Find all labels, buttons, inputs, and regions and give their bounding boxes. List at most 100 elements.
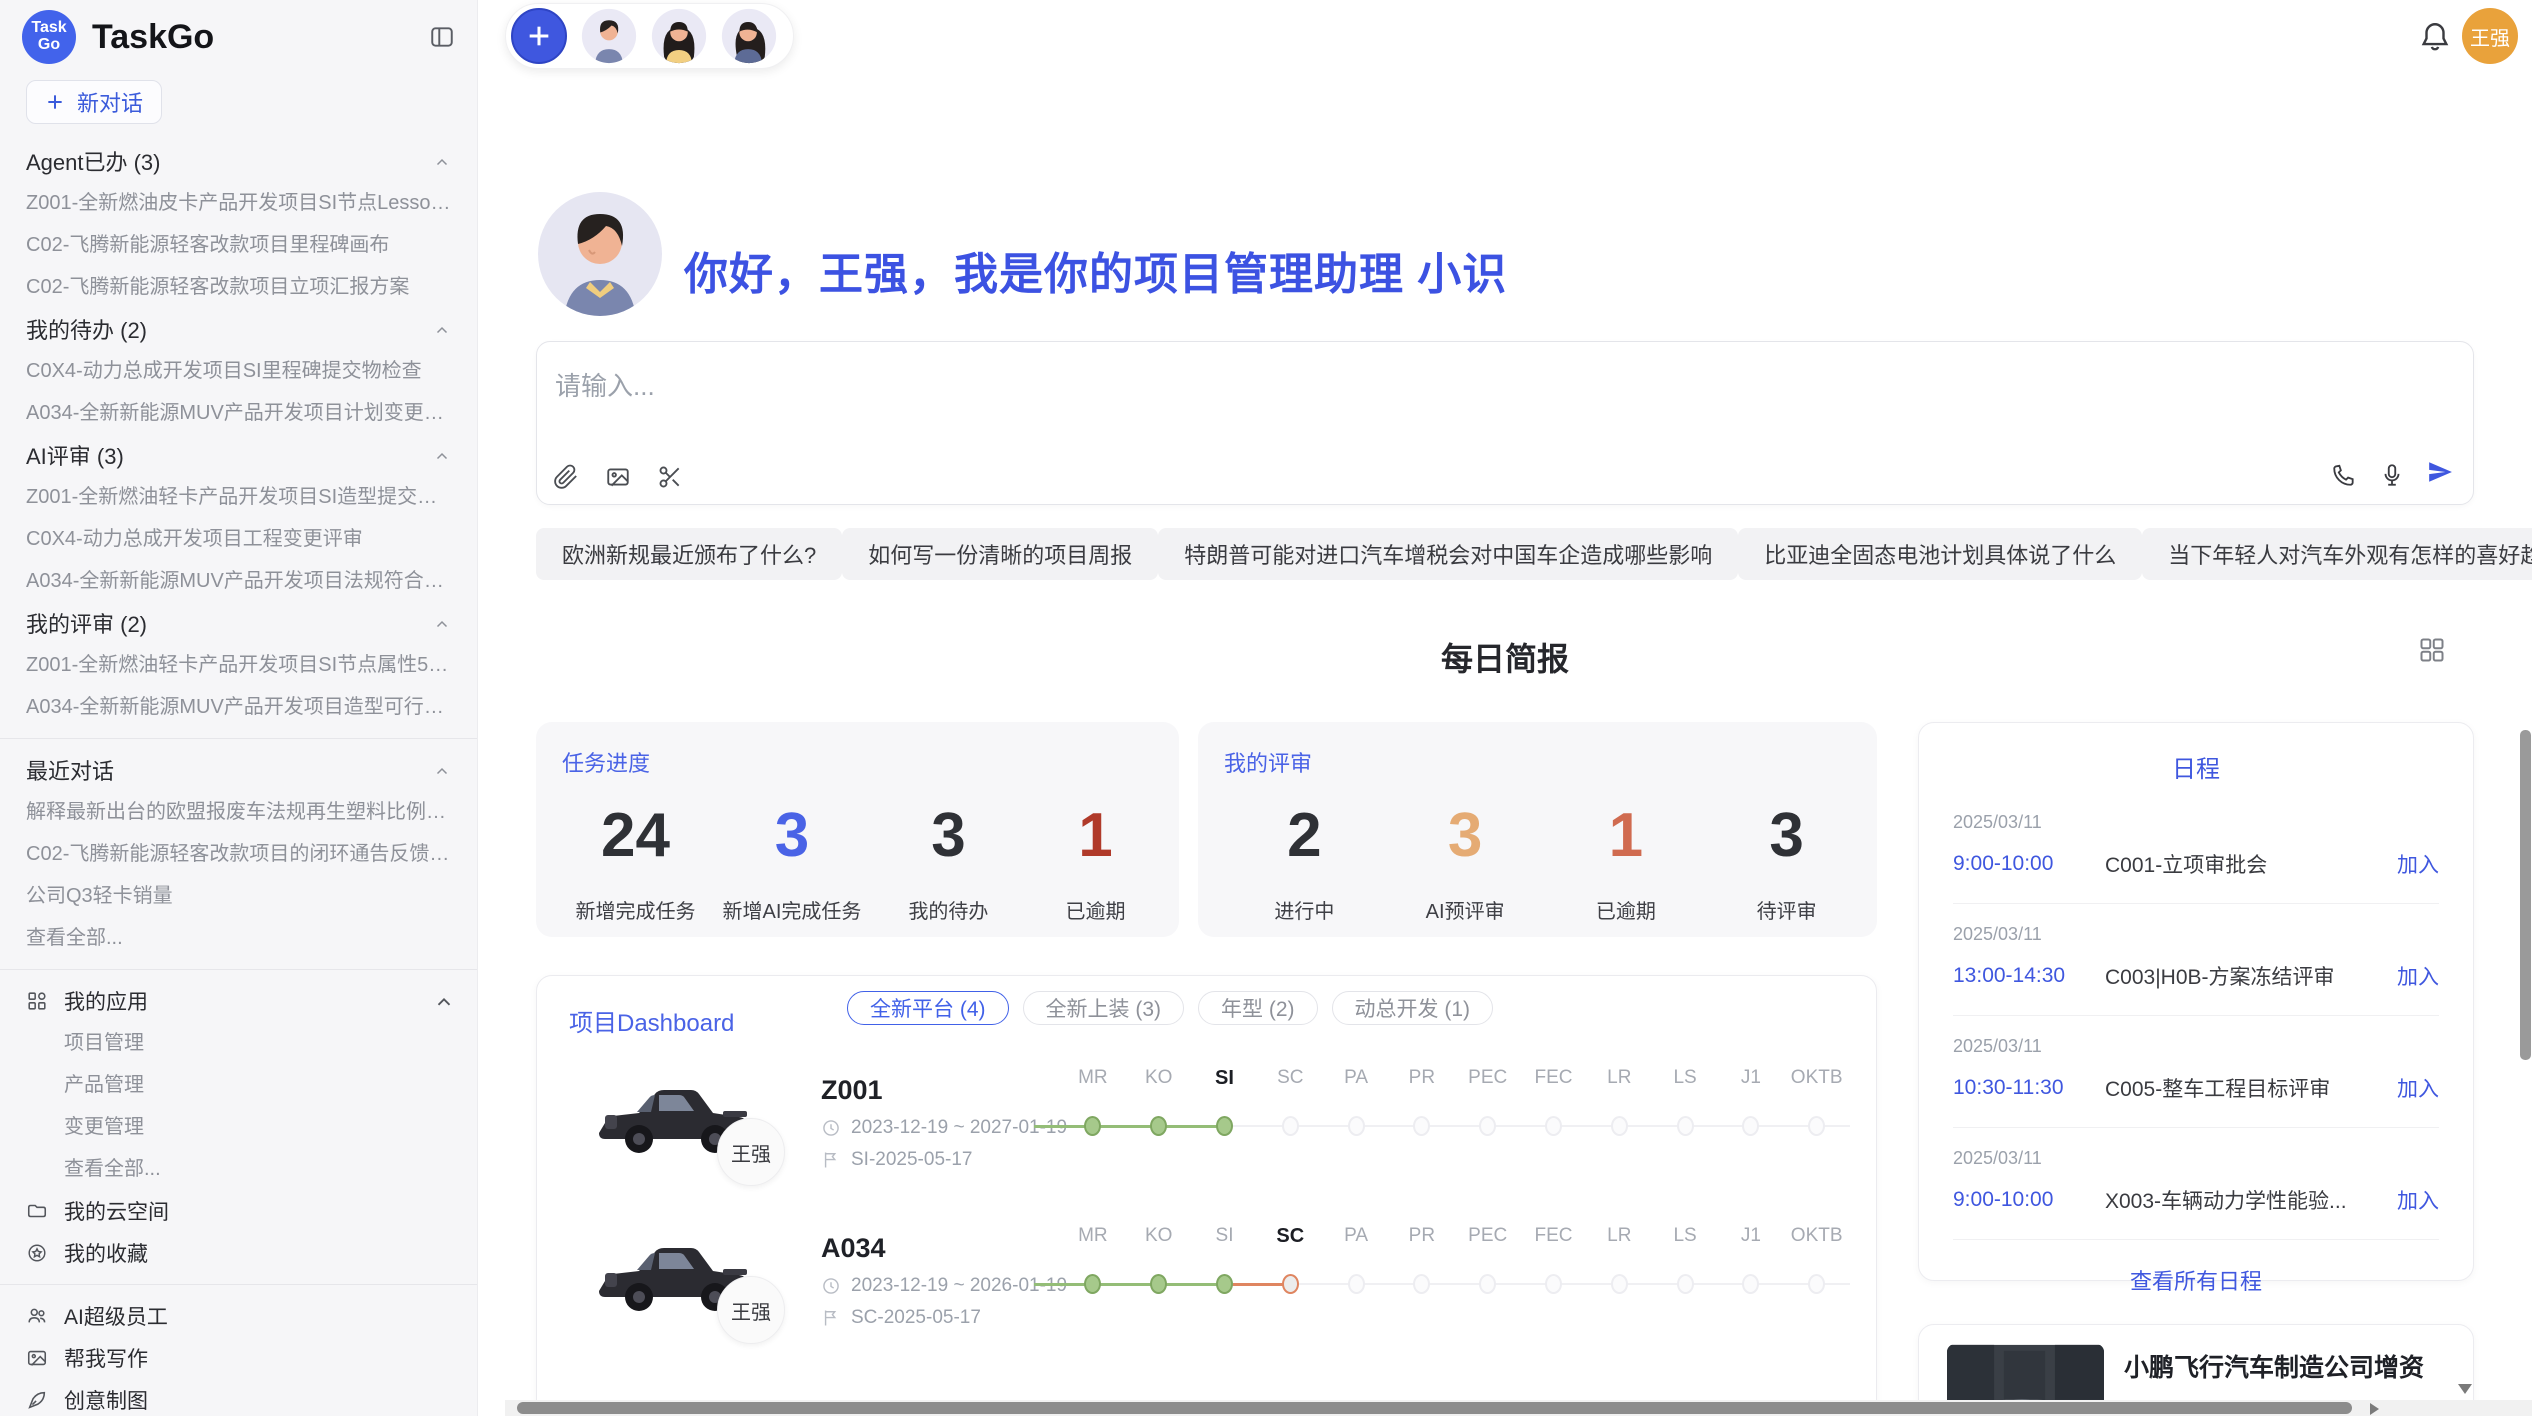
dashboard-tab[interactable]: 全新平台 (4) xyxy=(847,991,1009,1025)
send-icon[interactable] xyxy=(2427,459,2453,485)
suggestion-chip[interactable]: 特朗普可能对进口汽车增税会对中国车企造成哪些影响 xyxy=(1158,528,1738,580)
new-chat-button[interactable]: 新对话 xyxy=(26,80,162,124)
layout-grid-icon[interactable] xyxy=(2418,636,2446,664)
folder-icon xyxy=(26,1200,48,1222)
sidebar-section-header[interactable]: 我的评审 (2) xyxy=(0,602,477,644)
project-row[interactable]: 王强Z0012023-12-19 ~ 2027-01-19SI-2025-05-… xyxy=(537,1067,1876,1225)
project-owner-badge: 王强 xyxy=(717,1118,785,1186)
horizontal-scrollbar-handle[interactable] xyxy=(517,1402,2352,1414)
view-all-schedule-link[interactable]: 查看所有日程 xyxy=(1919,1240,2473,1320)
vertical-scrollbar[interactable] xyxy=(2520,730,2531,1060)
sidebar-item[interactable]: A034-全新新能源MUV产品开发项目计划变更表编写 xyxy=(0,392,477,434)
sidebar-item-ai-super-staff[interactable]: AI超级员工 xyxy=(0,1295,477,1337)
sidebar-section-header[interactable]: 最近对话 xyxy=(0,749,477,791)
assistant-avatar xyxy=(536,190,664,318)
phone-icon[interactable] xyxy=(2331,462,2357,488)
member-avatar-3[interactable] xyxy=(721,8,777,64)
member-avatar-2[interactable] xyxy=(651,8,707,64)
project-date-range: 2023-12-19 ~ 2026-01-19 xyxy=(821,1275,1067,1297)
recent-conversation-item[interactable]: 查看全部... xyxy=(0,917,477,959)
stat-grid: 2进行中3AI预评审1已逾期3待评审 xyxy=(1224,800,1867,924)
join-link[interactable]: 加入 xyxy=(2397,1185,2439,1215)
sidebar-section-header[interactable]: 我的待办 (2) xyxy=(0,308,477,350)
scissors-icon[interactable] xyxy=(657,464,683,490)
project-row[interactable]: 王强A0342023-12-19 ~ 2026-01-19SC-2025-05-… xyxy=(537,1225,1876,1383)
stat: 3我的待办 xyxy=(888,800,1008,924)
paperclip-icon[interactable] xyxy=(553,464,579,490)
sidebar-item[interactable]: C02-飞腾新能源轻客改款项目里程碑画布 xyxy=(0,224,477,266)
milestone-label: SI xyxy=(1192,1067,1258,1090)
dashboard-tabs: 全新平台 (4) 全新上装 (3) 年型 (2) 动总开发 (1) xyxy=(847,991,1493,1025)
sidebar-item[interactable]: A034-全新新能源MUV产品开发项目造型可行性评审 xyxy=(0,686,477,728)
stat-label: 我的待办 xyxy=(888,895,1008,924)
join-link[interactable]: 加入 xyxy=(2397,1073,2439,1103)
recent-conversation-item[interactable]: 解释最新出台的欧盟报废车法规再生塑料比例被调至15%... xyxy=(0,791,477,833)
sidebar-item[interactable]: Z001-全新燃油轻卡产品开发项目SI节点属性5D文件评审 xyxy=(0,644,477,686)
chevron-up-icon xyxy=(433,446,451,464)
sidebar-item-help-me-write[interactable]: 帮我写作 xyxy=(0,1337,477,1379)
sidebar-row-label: 我的应用 xyxy=(64,986,148,1016)
stat-value: 24 xyxy=(576,800,696,871)
sidebar-item[interactable]: C0X4-动力总成开发项目工程变更评审 xyxy=(0,518,477,560)
recent-conversation-item[interactable]: 公司Q3轻卡销量 xyxy=(0,875,477,917)
sidebar-item[interactable]: C0X4-动力总成开发项目SI里程碑提交物检查 xyxy=(0,350,477,392)
plus-icon xyxy=(525,22,553,50)
chat-input-box[interactable]: 请输入... xyxy=(536,341,2474,505)
suggestion-chips: 欧洲新规最近颁布了什么?如何写一份清晰的项目周报特朗普可能对进口汽车增税会对中国… xyxy=(536,528,2474,580)
join-link[interactable]: 加入 xyxy=(2397,849,2439,879)
join-link[interactable]: 加入 xyxy=(2397,961,2439,991)
sidebar-row-label: 帮我写作 xyxy=(64,1343,148,1373)
sidebar-collapse-icon[interactable] xyxy=(429,24,455,50)
sidebar-item[interactable]: Z001-全新燃油皮卡产品开发项目SI节点Lesson Learn报告 xyxy=(0,182,477,224)
suggestion-chip[interactable]: 当下年轻人对汽车外观有怎样的喜好趋势 xyxy=(2142,528,2532,580)
schedule-item[interactable]: 2025/03/1113:00-14:30C003|H0B-方案冻结评审加入 xyxy=(1953,904,2439,1016)
notification-bell-icon[interactable] xyxy=(2418,20,2452,54)
dashboard-tab[interactable]: 年型 (2) xyxy=(1198,991,1318,1025)
dashboard-tab[interactable]: 全新上装 (3) xyxy=(1023,991,1185,1025)
sidebar-item-cloud-space[interactable]: 我的云空间 xyxy=(0,1190,477,1232)
scroll-right-arrow[interactable] xyxy=(2370,1403,2379,1415)
sidebar-item-my-apps[interactable]: 我的应用 xyxy=(0,980,477,1022)
image-icon[interactable] xyxy=(605,464,631,490)
sidebar-item[interactable]: A034-全新新能源MUV产品开发项目法规符合性评审 xyxy=(0,560,477,602)
sidebar-item[interactable]: C02-飞腾新能源轻客改款项目立项汇报方案 xyxy=(0,266,477,308)
suggestion-chip[interactable]: 比亚迪全固态电池计划具体说了什么 xyxy=(1738,528,2142,580)
member-avatar-1[interactable] xyxy=(581,8,637,64)
recent-conversation-item[interactable]: C02-飞腾新能源轻客改款项目的闭环通告反馈情况 xyxy=(0,833,477,875)
stat-label: 已逾期 xyxy=(1035,895,1155,924)
milestone-dot xyxy=(1479,1116,1496,1136)
milestone-dot xyxy=(1611,1116,1628,1136)
sidebar-row-label: AI超级员工 xyxy=(64,1301,168,1331)
sidebar-app-item[interactable]: 查看全部... xyxy=(0,1148,477,1190)
stat: 2进行中 xyxy=(1244,800,1364,924)
dashboard-tab[interactable]: 动总开发 (1) xyxy=(1332,991,1494,1025)
suggestion-chip[interactable]: 如何写一份清晰的项目周报 xyxy=(842,528,1158,580)
sidebar-section-header[interactable]: AI评审 (3) xyxy=(0,434,477,476)
sidebar-app-item[interactable]: 项目管理 xyxy=(0,1022,477,1064)
date-range-text: 2023-12-19 ~ 2026-01-19 xyxy=(851,1275,1067,1297)
milestone-dot xyxy=(1150,1116,1167,1136)
sidebar-section-header[interactable]: Agent已办 (3) xyxy=(0,140,477,182)
schedule-item[interactable]: 2025/03/119:00-10:00X003-车辆动力学性能验...加入 xyxy=(1953,1128,2439,1240)
milestone-label: PR xyxy=(1389,1225,1455,1248)
sidebar-item-favorites[interactable]: 我的收藏 xyxy=(0,1232,477,1274)
chevron-up-icon xyxy=(433,992,451,1010)
schedule-item[interactable]: 2025/03/119:00-10:00C001-立项审批会加入 xyxy=(1953,792,2439,904)
add-member-button[interactable] xyxy=(511,8,567,64)
sidebar-divider xyxy=(0,1284,477,1285)
schedule-event-title: C001-立项审批会 xyxy=(2105,849,2387,879)
sidebar-app-item[interactable]: 产品管理 xyxy=(0,1064,477,1106)
user-avatar[interactable]: 王强 xyxy=(2462,8,2518,64)
schedule-event-title: C005-整车工程目标评审 xyxy=(2105,1073,2387,1103)
sidebar-section-title: 我的待办 (2) xyxy=(26,313,147,345)
sidebar-app-item[interactable]: 变更管理 xyxy=(0,1106,477,1148)
schedule-item[interactable]: 2025/03/1110:30-11:30C005-整车工程目标评审加入 xyxy=(1953,1016,2439,1128)
milestone-dot xyxy=(1348,1274,1365,1294)
horizontal-scrollbar[interactable] xyxy=(505,1400,2532,1416)
sidebar-item[interactable]: Z001-全新燃油轻卡产品开发项目SI造型提交物评审 xyxy=(0,476,477,518)
scroll-down-arrow[interactable] xyxy=(2458,1384,2472,1394)
sidebar-item-creative-drawing[interactable]: 创意制图 xyxy=(0,1379,477,1416)
suggestion-chip[interactable]: 欧洲新规最近颁布了什么? xyxy=(536,528,842,580)
milestone-dot xyxy=(1413,1274,1430,1294)
microphone-icon[interactable] xyxy=(2379,462,2405,488)
